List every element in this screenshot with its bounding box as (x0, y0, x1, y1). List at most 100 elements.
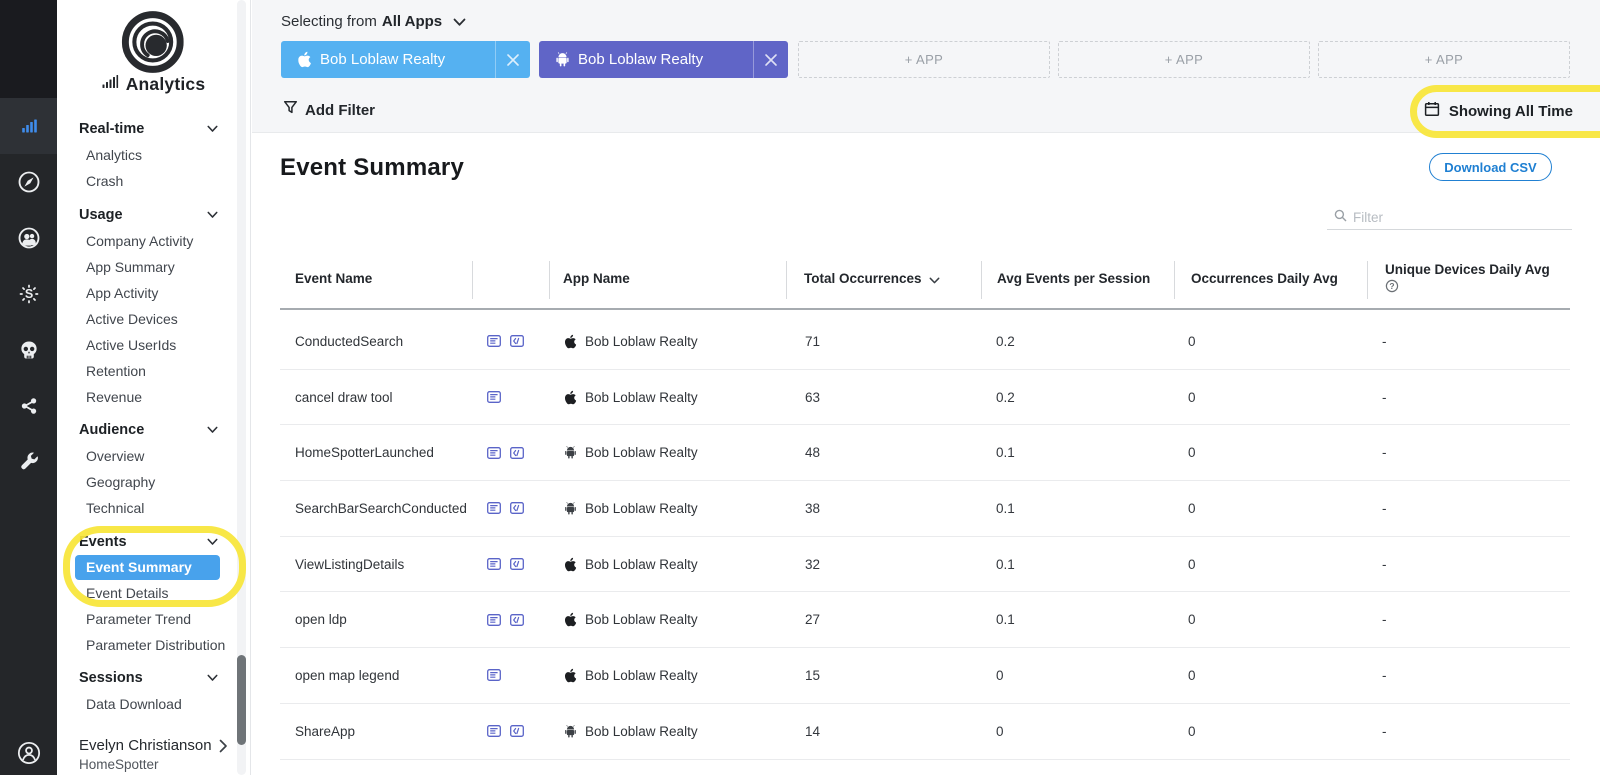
table-row[interactable]: HomeSpotterLaunched Bob Loblaw Realty 48 0.… (280, 425, 1570, 482)
rail-item-crash[interactable] (0, 322, 57, 378)
sidebar-item-overview[interactable]: Overview (57, 443, 243, 469)
add-app-slot[interactable]: + APP (1058, 41, 1310, 78)
chevron-down-icon (207, 669, 218, 687)
event-code-icon[interactable] (510, 502, 524, 514)
app-name-cell: Bob Loblaw Realty (549, 314, 786, 369)
sidebar-item-parameter-distribution[interactable]: Parameter Distribution (57, 632, 243, 658)
apple-icon (563, 334, 578, 349)
sidebar-scrollbar-thumb[interactable] (237, 655, 246, 745)
event-code-icon[interactable] (510, 614, 524, 626)
sidebar-item-data-download[interactable]: Data Download (57, 691, 243, 717)
nav-section-header-sessions[interactable]: Sessions (57, 665, 243, 691)
wrench-icon (17, 450, 41, 474)
col-header-app-name[interactable]: App Name (549, 249, 786, 308)
add-app-slot[interactable]: + APP (1318, 41, 1570, 78)
table-row[interactable]: SearchBarSearchConducted Bob Loblaw Realt… (280, 481, 1570, 537)
avg-events-cell: 0.1 (996, 556, 1015, 572)
event-log-icon[interactable] (487, 502, 501, 514)
rail-item-audience[interactable] (0, 210, 57, 266)
remove-app-button[interactable] (496, 41, 530, 78)
nav-section-header-real-time[interactable]: Real-time (57, 116, 243, 142)
remove-app-button[interactable] (754, 41, 788, 78)
event-log-icon[interactable] (487, 558, 501, 570)
table-row[interactable]: ShareApp Bob Loblaw Realty 14 0 0 - (280, 704, 1570, 760)
nav-section-header-usage[interactable]: Usage (57, 202, 243, 228)
table-row[interactable]: ViewListingDetails Bob Loblaw Realty 32 0.1… (280, 537, 1570, 593)
col-header-event-name[interactable]: Event Name (280, 249, 472, 308)
app-window: S Analytics Real-time Analytics Crash Us… (0, 0, 1600, 775)
sidebar-item-analytics[interactable]: Analytics (57, 142, 243, 168)
sidebar-item-event-summary[interactable]: Event Summary (75, 554, 220, 580)
event-code-icon[interactable] (510, 335, 524, 347)
rail-item-analytics[interactable] (0, 98, 57, 154)
sidebar-item-active-devices[interactable]: Active Devices (57, 306, 243, 332)
column-separator (549, 261, 550, 299)
account-switcher[interactable]: Evelyn Christianson HomeSpotter (57, 725, 251, 775)
sidebar-item-technical[interactable]: Technical (57, 495, 243, 521)
total-occurrences-cell: 63 (805, 389, 821, 405)
brand: Analytics (57, 74, 250, 95)
event-code-icon[interactable] (510, 725, 524, 737)
event-log-icon[interactable] (487, 335, 501, 347)
app-chip-apple[interactable]: Bob Loblaw Realty (281, 41, 530, 78)
rail-item-admin[interactable] (0, 434, 57, 490)
rail-item-spark[interactable]: S (0, 266, 57, 322)
occurrences-daily-cell: 0 (1188, 612, 1196, 628)
table-row[interactable]: ConductedSearch Bob Loblaw Realty 71 0.2 0 - (280, 314, 1570, 370)
event-code-icon[interactable] (510, 447, 524, 459)
app-name-cell: Bob Loblaw Realty (549, 370, 786, 425)
sidebar-item-company-activity[interactable]: Company Activity (57, 228, 243, 254)
col-header-icons (472, 249, 549, 308)
unique-devices-cell: - (1382, 723, 1387, 739)
sidebar: Analytics Real-time Analytics Crash Usage Co… (57, 0, 251, 775)
table-row[interactable]: cancel draw tool Bob Loblaw Realty 63 0.2 0 - (280, 370, 1570, 426)
app-name-label: Bob Loblaw Realty (585, 333, 698, 349)
nav-section-header-audience[interactable]: Audience (57, 417, 243, 443)
col-header-unique-devices[interactable]: Unique Devices Daily Avg ? (1367, 249, 1570, 308)
table-row[interactable]: open ldp Bob Loblaw Realty 27 0.1 0 - (280, 592, 1570, 649)
unique-devices-cell: - (1382, 445, 1387, 461)
selecting-from[interactable]: Selecting from All Apps (281, 10, 466, 32)
app-name-label: Bob Loblaw Realty (585, 667, 698, 683)
sidebar-item-revenue[interactable]: Revenue (57, 384, 243, 410)
date-range-button[interactable]: Showing All Time (1424, 100, 1573, 122)
sidebar-item-app-activity[interactable]: App Activity (57, 280, 243, 306)
col-header-total-occurrences[interactable]: Total Occurrences (786, 249, 981, 308)
rail-item-explorer[interactable] (0, 154, 57, 210)
bar-chart-icon (18, 115, 40, 137)
event-code-icon[interactable] (510, 558, 524, 570)
rail-item-share[interactable] (0, 378, 57, 434)
icon-rail: S (0, 0, 57, 775)
sidebar-item-event-details[interactable]: Event Details (57, 580, 243, 606)
add-filter-button[interactable]: Add Filter (283, 99, 375, 121)
mini-bars-icon (102, 74, 119, 95)
occurrences-daily-cell: 0 (1188, 445, 1196, 461)
sort-desc-icon[interactable] (929, 272, 940, 287)
table-filter[interactable] (1327, 206, 1572, 230)
sidebar-item-geography[interactable]: Geography (57, 469, 243, 495)
sidebar-item-retention[interactable]: Retention (57, 358, 243, 384)
sidebar-item-crash[interactable]: Crash (57, 168, 243, 194)
unique-devices-cell: - (1382, 500, 1387, 516)
sidebar-item-parameter-trend[interactable]: Parameter Trend (57, 606, 243, 632)
col-header-avg-events[interactable]: Avg Events per Session (981, 249, 1174, 308)
nav-section-header-events[interactable]: Events (57, 529, 243, 555)
event-log-icon[interactable] (487, 447, 501, 459)
event-name-cell: cancel draw tool (295, 389, 393, 405)
event-log-icon[interactable] (487, 669, 501, 681)
rail-item-account[interactable] (0, 732, 57, 774)
download-csv-button[interactable]: Download CSV (1429, 153, 1552, 181)
table-row[interactable]: open map legend Bob Loblaw Realty 15 0 0 - (280, 648, 1570, 704)
event-log-icon[interactable] (487, 391, 501, 403)
occurrences-daily-cell: 0 (1188, 723, 1196, 739)
sidebar-item-active-userids[interactable]: Active UserIds (57, 332, 243, 358)
event-log-icon[interactable] (487, 614, 501, 626)
app-chip-android[interactable]: Bob Loblaw Realty (539, 41, 788, 78)
event-log-icon[interactable] (487, 725, 501, 737)
add-app-slot[interactable]: + APP (798, 41, 1050, 78)
filter-input[interactable] (1353, 210, 1553, 225)
sidebar-item-app-summary[interactable]: App Summary (57, 254, 243, 280)
column-label: Avg Events per Session (997, 271, 1151, 286)
col-header-occurrences-daily[interactable]: Occurrences Daily Avg (1174, 249, 1367, 308)
help-icon[interactable]: ? (1385, 279, 1399, 296)
